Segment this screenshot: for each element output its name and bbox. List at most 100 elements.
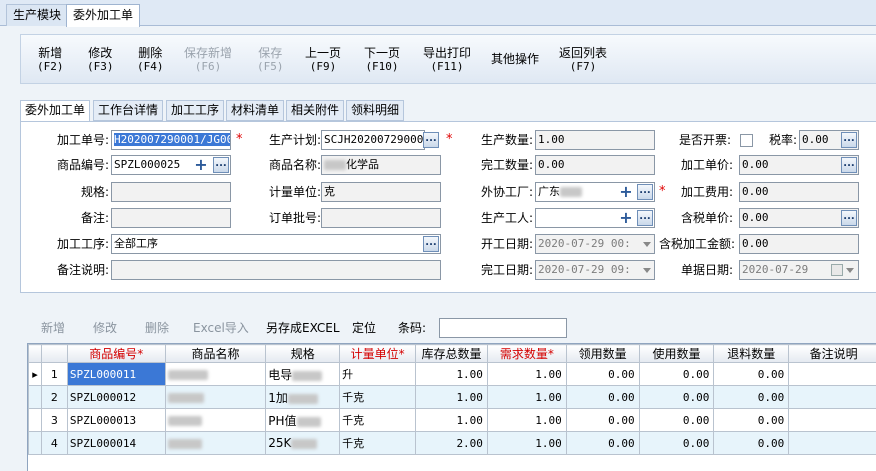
cell-return-qty[interactable]: 0.00 [713, 431, 790, 455]
done-qty-field[interactable]: 0.00 [535, 155, 655, 175]
cell-need-qty[interactable]: 1.00 [486, 431, 567, 455]
cell-remark[interactable] [788, 362, 876, 386]
tab-picking-detail[interactable]: 领料明细 [346, 100, 405, 121]
tab-outsourcing-order[interactable]: 委外加工单 [66, 4, 141, 27]
table-row[interactable]: ▸ 1 SPZL000011 电导 升 1.00 1.00 0.00 0.00 … [28, 362, 876, 386]
cell-take-qty[interactable]: 0.00 [565, 362, 640, 386]
cell-stock-qty[interactable]: 1.00 [415, 408, 488, 432]
cell-use-qty[interactable]: 0.00 [638, 385, 715, 409]
cell-remark[interactable] [788, 385, 876, 409]
product-lookup-button[interactable]: ... [213, 157, 229, 173]
back-to-list-button[interactable]: 返回列表 (F7) [559, 47, 607, 74]
save-as-excel-button[interactable]: 另存成EXCEL [266, 321, 340, 335]
cell-use-qty[interactable]: 0.00 [638, 362, 715, 386]
cell-unit[interactable]: 千克 [339, 431, 417, 455]
col-unit[interactable]: 计量单位* [339, 344, 417, 363]
start-date-dropdown-icon[interactable] [643, 242, 651, 247]
remark-field[interactable] [111, 208, 231, 228]
invoice-checkbox[interactable] [740, 134, 753, 147]
order-no-field[interactable]: H202007290001/JG001 [111, 130, 231, 150]
cell-use-qty[interactable]: 0.00 [638, 408, 715, 432]
cell-take-qty[interactable]: 0.00 [565, 431, 640, 455]
next-page-button[interactable]: 下一页 (F10) [364, 47, 400, 74]
calendar-icon[interactable] [831, 264, 843, 276]
table-row[interactable]: 4 SPZL000014 25K 千克 2.00 1.00 0.00 0.00 … [28, 431, 876, 455]
qty-field[interactable]: 1.00 [535, 130, 655, 150]
cell-need-qty[interactable]: 1.00 [486, 385, 567, 409]
tab-attachments[interactable]: 相关附件 [286, 100, 345, 121]
col-use-qty[interactable]: 使用数量 [638, 344, 715, 363]
plan-field[interactable]: SCJH202007290001/ [321, 130, 425, 150]
remark-desc-field[interactable] [111, 260, 441, 280]
col-spec[interactable]: 规格 [265, 344, 341, 363]
add-button[interactable]: 新增 (F2) [37, 47, 64, 74]
cell-return-qty[interactable]: 0.00 [713, 362, 790, 386]
cell-product-code[interactable]: SPZL000013 [66, 408, 166, 432]
cell-product-code[interactable]: SPZL000012 [66, 385, 166, 409]
add-product-icon[interactable]: + [193, 157, 209, 173]
start-date-field[interactable]: 2020-07-29 00: [535, 234, 655, 254]
tab-production-module[interactable]: 生产模块 [6, 4, 69, 26]
plan-lookup-button[interactable]: ... [423, 132, 439, 148]
cell-spec[interactable]: 1加 [265, 385, 341, 409]
export-print-button[interactable]: 导出打印 (F11) [423, 47, 471, 74]
batch-field[interactable] [321, 208, 441, 228]
tax-price-lookup-button[interactable]: ... [841, 210, 857, 226]
add-worker-icon[interactable]: + [618, 210, 634, 226]
cell-spec[interactable]: 电导 [265, 362, 341, 386]
cell-use-qty[interactable]: 0.00 [638, 431, 715, 455]
locate-button[interactable]: 定位 [352, 321, 376, 335]
cell-stock-qty[interactable]: 1.00 [415, 385, 488, 409]
doc-date-dropdown-icon[interactable] [846, 268, 854, 273]
grid-delete-button[interactable]: 删除 [145, 321, 169, 335]
worker-lookup-button[interactable]: ... [637, 210, 653, 226]
add-factory-icon[interactable]: + [618, 184, 634, 200]
tax-rate-lookup-button[interactable]: ... [841, 132, 857, 148]
process-lookup-button[interactable]: ... [423, 236, 439, 252]
cell-need-qty[interactable]: 1.00 [486, 408, 567, 432]
process-field[interactable]: 全部工序 [111, 234, 441, 254]
product-name-field[interactable]: 化学品 [321, 155, 441, 175]
cell-spec[interactable]: PH值 [265, 408, 341, 432]
end-date-field[interactable]: 2020-07-29 09: [535, 260, 655, 280]
cell-stock-qty[interactable]: 1.00 [415, 362, 488, 386]
save-button[interactable]: 保存 (F5) [257, 47, 284, 74]
col-return-qty[interactable]: 退料数量 [713, 344, 790, 363]
grid-add-button[interactable]: 新增 [41, 321, 65, 335]
spec-field[interactable] [111, 182, 231, 202]
cell-product-name[interactable] [164, 431, 267, 455]
col-remark[interactable]: 备注说明 [788, 344, 876, 363]
barcode-input[interactable] [439, 318, 567, 338]
cell-take-qty[interactable]: 0.00 [565, 385, 640, 409]
cell-return-qty[interactable]: 0.00 [713, 408, 790, 432]
save-new-button[interactable]: 保存新增 (F6) [184, 47, 232, 74]
tab-material-list[interactable]: 材料清单 [226, 100, 285, 121]
cell-unit[interactable]: 千克 [339, 385, 417, 409]
prev-page-button[interactable]: 上一页 (F9) [305, 47, 341, 74]
unit-field[interactable]: 克 [321, 182, 441, 202]
col-take-qty[interactable]: 领用数量 [565, 344, 640, 363]
tab-processing-steps[interactable]: 加工工序 [166, 100, 225, 121]
table-row[interactable]: 3 SPZL000013 PH值 千克 1.00 1.00 0.00 0.00 … [28, 408, 876, 432]
cell-spec[interactable]: 25K [265, 431, 341, 455]
cell-unit[interactable]: 升 [339, 362, 417, 386]
col-stock-qty[interactable]: 库存总数量 [415, 344, 488, 363]
cell-product-code[interactable]: SPZL000014 [66, 431, 166, 455]
col-need-qty[interactable]: 需求数量* [486, 344, 567, 363]
table-row[interactable]: 2 SPZL000012 1加 千克 1.00 1.00 0.00 0.00 0… [28, 385, 876, 409]
fee-field[interactable]: 0.00 [739, 182, 859, 202]
cell-remark[interactable] [788, 408, 876, 432]
cell-stock-qty[interactable]: 2.00 [415, 431, 488, 455]
factory-lookup-button[interactable]: ... [637, 184, 653, 200]
cell-product-name[interactable] [164, 385, 267, 409]
cell-take-qty[interactable]: 0.00 [565, 408, 640, 432]
tax-amount-field[interactable]: 0.00 [739, 234, 859, 254]
cell-product-code[interactable]: SPZL000011 [66, 362, 166, 386]
end-date-dropdown-icon[interactable] [643, 268, 651, 273]
tab-outsourcing-order-detail[interactable]: 委外加工单 [20, 100, 91, 122]
col-product-name[interactable]: 商品名称 [164, 344, 267, 363]
col-product-code[interactable]: 商品编号* [66, 344, 166, 363]
cell-product-name[interactable] [164, 408, 267, 432]
cell-return-qty[interactable]: 0.00 [713, 385, 790, 409]
cell-product-name[interactable] [164, 362, 267, 386]
